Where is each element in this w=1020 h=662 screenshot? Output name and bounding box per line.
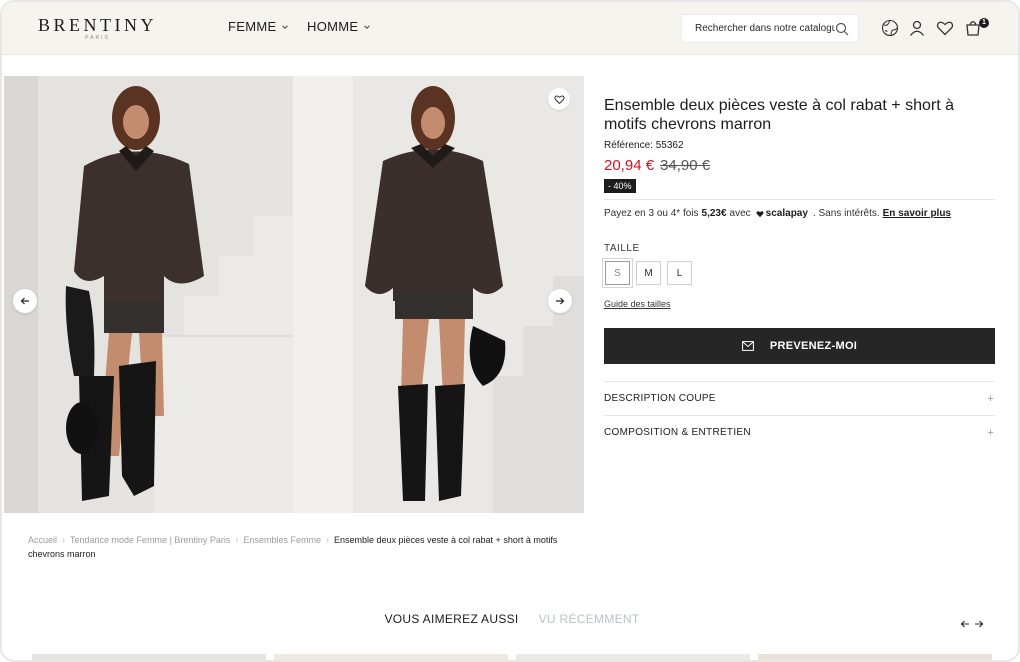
breadcrumb-separator: › xyxy=(62,535,66,545)
scalapay-prefix: Payez en 3 ou 4* fois xyxy=(604,208,699,219)
nav-homme-label: HOMME xyxy=(307,19,359,34)
size-option-l[interactable]: L xyxy=(667,261,692,285)
product-card-thumbnail[interactable] xyxy=(758,654,992,660)
old-price: 34,90 € xyxy=(660,157,711,174)
gallery-prev-button[interactable] xyxy=(13,289,37,313)
size-option-s[interactable]: S xyxy=(603,259,632,287)
accordion-composition[interactable]: COMPOSITION & ENTRETIEN + xyxy=(604,416,995,449)
product-card-thumbnail[interactable] xyxy=(516,654,750,660)
scalapay-suffix: . Sans intérêts. xyxy=(812,208,880,219)
product-title: Ensemble deux pièces veste à col rabat +… xyxy=(604,97,954,133)
size-option-m[interactable]: M xyxy=(636,261,661,285)
arrow-right-icon[interactable] xyxy=(974,619,984,629)
scalapay-info: Payez en 3 ou 4* fois 5,23€ avec scalapa… xyxy=(604,208,951,219)
search-input[interactable] xyxy=(695,23,835,34)
scalapay-amount: 5,23€ xyxy=(701,208,727,219)
accordion-composition-label: COMPOSITION & ENTRETIEN xyxy=(604,427,751,438)
brand-logo[interactable]: BRENTINY PARIS xyxy=(38,16,157,41)
search-icon[interactable] xyxy=(835,22,849,36)
product-photo-2[interactable] xyxy=(293,76,584,513)
notify-me-button[interactable]: PREVENEZ-MOI xyxy=(604,328,995,364)
product-photo-1[interactable] xyxy=(4,76,293,513)
logo-text: BRENTINY xyxy=(38,15,157,35)
arrow-left-icon[interactable] xyxy=(960,619,970,629)
product-reference: Référence: 55362 xyxy=(604,140,684,151)
product-card-thumbnail[interactable] xyxy=(274,654,508,660)
accordion-description[interactable]: DESCRIPTION COUPE + xyxy=(604,382,995,415)
site-header: BRENTINY PARIS FEMME HOMME 1 xyxy=(2,2,1018,55)
tab-you-may-like[interactable]: VOUS AIMEREZ AUSSI xyxy=(384,612,518,626)
breadcrumb-separator: › xyxy=(235,535,239,545)
add-to-wishlist-button[interactable] xyxy=(548,88,570,110)
plus-icon: + xyxy=(987,392,994,405)
carousel-nav xyxy=(960,619,984,629)
chevron-down-icon xyxy=(364,24,371,29)
chevron-down-icon xyxy=(282,24,289,29)
cart-count-badge: 1 xyxy=(979,18,989,28)
size-guide-link[interactable]: Guide des tailles xyxy=(604,299,671,309)
breadcrumb-home[interactable]: Accueil xyxy=(28,535,57,545)
divider xyxy=(604,199,995,200)
scalapay-learn-more-link[interactable]: En savoir plus xyxy=(883,208,951,219)
breadcrumb: Accueil › Tendance mode Femme | Brentiny P… xyxy=(28,533,588,561)
notify-me-label: PREVENEZ-MOI xyxy=(769,340,858,352)
user-icon[interactable] xyxy=(908,19,926,37)
nav-femme-label: FEMME xyxy=(228,19,277,34)
page-frame: BRENTINY PARIS FEMME HOMME 1 xyxy=(0,0,1020,662)
breadcrumb-trends[interactable]: Tendance mode Femme | Brentiny Paris xyxy=(70,535,230,545)
logo-subtext: PARIS xyxy=(85,35,110,41)
arrow-right-icon xyxy=(556,297,565,305)
accordion-description-label: DESCRIPTION COUPE xyxy=(604,393,716,404)
current-price: 20,94 € xyxy=(604,157,655,174)
size-label: TAILLE xyxy=(604,243,640,254)
price-row: 20,94 € 34,90 € xyxy=(604,157,710,174)
nav-homme[interactable]: HOMME xyxy=(307,19,371,34)
scalapay-logo: scalapay xyxy=(756,208,808,219)
envelope-icon xyxy=(741,341,754,351)
scalapay-brand-text: scalapay xyxy=(765,208,808,219)
breadcrumb-category[interactable]: Ensembles Femme xyxy=(243,535,321,545)
arrow-left-icon xyxy=(20,297,29,305)
search-box xyxy=(681,14,859,43)
heart-icon xyxy=(756,210,764,217)
heart-icon[interactable] xyxy=(936,19,954,37)
globe-icon[interactable] xyxy=(881,19,899,37)
discount-badge: - 40% xyxy=(604,179,636,193)
breadcrumb-separator: › xyxy=(325,535,329,545)
tab-recently-viewed[interactable]: VU RÉCEMMENT xyxy=(539,612,640,626)
heart-icon xyxy=(553,95,565,104)
product-gallery xyxy=(4,76,584,513)
plus-icon: + xyxy=(987,426,994,439)
product-card-thumbnail[interactable] xyxy=(32,654,266,660)
gallery-next-button[interactable] xyxy=(548,289,572,313)
nav-femme[interactable]: FEMME xyxy=(228,19,289,34)
scalapay-with: avec xyxy=(729,208,751,219)
recommendation-tabs: VOUS AIMEREZ AUSSI VU RÉCEMMENT xyxy=(2,612,1018,626)
